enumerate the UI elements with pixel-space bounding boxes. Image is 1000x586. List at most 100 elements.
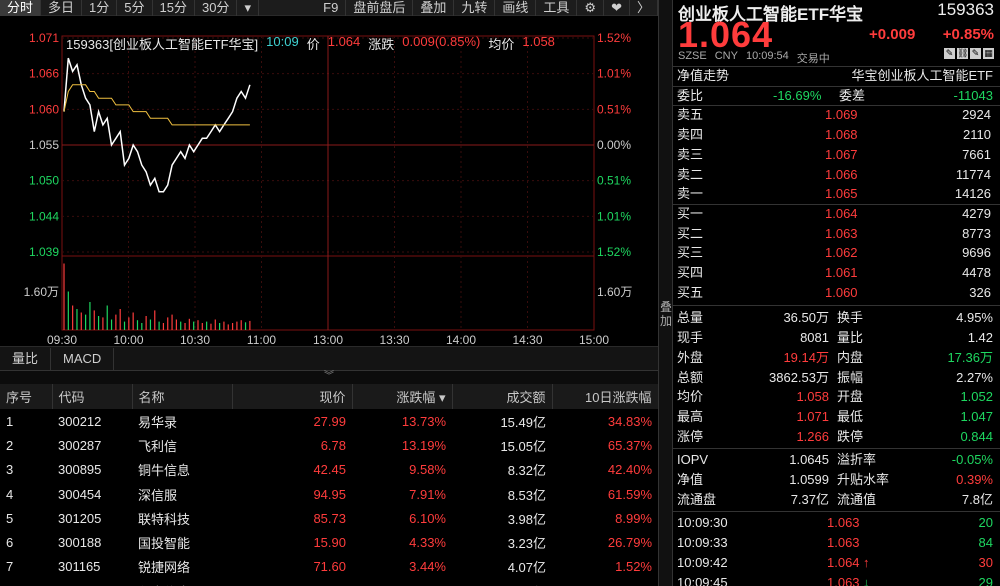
- bid-level: 买一 1.064 4279: [673, 204, 1000, 224]
- arrow-down-icon: ↓: [863, 574, 870, 586]
- stat-row: 净值 1.0599 升贴水率 0.39%: [673, 470, 1000, 490]
- tick-time: 10:09:45: [677, 574, 728, 586]
- cell-price: 15.90: [313, 535, 346, 551]
- col-change-pct[interactable]: 涨跌幅 ▾: [352, 384, 453, 409]
- quote-panel: 创业板人工智能ETF华宝 159363 1.064 +0.009 +0.85% …: [672, 0, 1000, 586]
- f9-button[interactable]: F9: [316, 0, 347, 16]
- tab-1min[interactable]: 1分: [82, 0, 118, 16]
- table-row[interactable]: 5 301205 联特科技 85.73 6.10% 3.98亿 8.99%: [0, 506, 658, 530]
- tab-multiday[interactable]: 多日: [41, 0, 83, 16]
- draw-line-button[interactable]: 画线: [495, 0, 537, 16]
- stat-label: 均价: [677, 389, 704, 405]
- tab-15min[interactable]: 15分: [153, 0, 195, 16]
- overlay-button[interactable]: 叠加: [413, 0, 455, 16]
- premarket-button[interactable]: 盘前盘后: [346, 0, 414, 16]
- cell-turnover: 3.23亿: [507, 536, 546, 552]
- collapse-handle[interactable]: ︾: [0, 370, 658, 384]
- chart-chg: 0.009(0.85%): [402, 34, 481, 49]
- grid-icon[interactable]: ▦: [983, 48, 994, 59]
- link-icon[interactable]: ⛓: [957, 48, 968, 59]
- ask-price: 1.069: [825, 107, 858, 123]
- cell-index: 7: [6, 559, 14, 575]
- col-price[interactable]: 现价: [232, 384, 353, 409]
- tab-volume-ratio[interactable]: 量比: [0, 347, 52, 370]
- col-turnover[interactable]: 成交额: [452, 384, 553, 409]
- col-name[interactable]: 名称: [132, 384, 233, 409]
- price-change-pct: +0.85%: [942, 26, 994, 43]
- stat-row: 最高 1.071 最低 1.047: [673, 407, 1000, 427]
- intraday-chart[interactable]: 1.071 1.52% 1.066 1.01% 1.060 0.51% 1.055 0.00%…: [0, 16, 658, 346]
- stat-label: IOPV: [677, 452, 709, 468]
- currency: CNY: [714, 50, 738, 62]
- cell-change-pct: 3.44%: [409, 559, 446, 575]
- period-dropdown[interactable]: ▾: [237, 0, 259, 16]
- table-row[interactable]: 4 300454 深信服 94.95 7.91% 8.53亿 61.59%: [0, 482, 658, 506]
- bid-label: 买三: [677, 245, 704, 261]
- arrow-up-icon: ↑: [863, 554, 870, 570]
- note-icon[interactable]: ✎: [970, 48, 981, 59]
- stat-value: 7.37亿: [790, 491, 829, 507]
- tab-5min[interactable]: 5分: [117, 0, 153, 16]
- nav-name: 华宝创业板人工智能ETF: [851, 68, 993, 83]
- stat-row: 流通盘 7.37亿 流通值 7.8亿: [673, 490, 1000, 510]
- stat-value: 1.047: [960, 408, 993, 424]
- cell-index: 8: [0, 579, 52, 586]
- wb-label: 委比: [677, 87, 704, 103]
- quote-meta: SZSE CNY 10:09:54 交易中: [678, 50, 830, 66]
- edit-icon[interactable]: ✎: [944, 48, 955, 59]
- chevron-down-icon[interactable]: ︾: [324, 371, 334, 382]
- tab-intraday[interactable]: 分时: [0, 0, 42, 16]
- col-code[interactable]: 代码: [52, 384, 133, 409]
- tick-volume: 30: [978, 554, 993, 570]
- price-change: +0.009: [869, 26, 916, 43]
- next-icon[interactable]: 〉: [630, 0, 658, 16]
- stat-value: 1.071: [796, 408, 829, 424]
- tab-macd[interactable]: MACD: [51, 347, 115, 370]
- bid-level: 买五 1.060 326: [673, 283, 1000, 303]
- side-overlay-label[interactable]: 叠加: [659, 300, 673, 328]
- ask-price: 1.065: [825, 186, 858, 202]
- bid-level: 买二 1.063 8773: [673, 224, 1000, 244]
- table-row[interactable]: 3 300895 铜牛信息 42.45 9.58% 8.32亿 42.40%: [0, 458, 658, 482]
- favorite-icon[interactable]: ❤: [604, 0, 630, 16]
- stat-label: 总量: [677, 310, 704, 326]
- tools-button[interactable]: 工具: [536, 0, 578, 16]
- table-header: 序号 代码 名称 现价 涨跌幅 ▾ 成交额 10日涨跌幅: [0, 384, 658, 409]
- table-row[interactable]: 1 300212 易华录 27.99 13.73% 15.49亿 34.83%: [0, 409, 658, 433]
- table-row[interactable]: 7 301165 锐捷网络 71.60 3.44% 4.07亿 1.52%: [0, 555, 658, 579]
- chart-code-name: 159363[创业板人工智能ETF华宝]: [66, 37, 259, 52]
- bid-price: 1.060: [825, 284, 858, 300]
- table-row[interactable]: 6 300188 国投智能 15.90 4.33% 3.23亿 26.79%: [0, 530, 658, 554]
- divider: [673, 448, 1000, 450]
- stat-value: 2.27%: [956, 369, 993, 385]
- cell-price: 71.60: [313, 559, 346, 575]
- quote-icons: ✎ ⛓ ✎ ▦: [944, 48, 994, 59]
- stat-value: 1.42: [967, 330, 993, 346]
- ask-label: 卖二: [677, 166, 704, 182]
- cell-change-pct: 13.73%: [401, 413, 446, 429]
- cell-index: 1: [6, 413, 14, 429]
- stat-label: 总额: [677, 369, 704, 385]
- cell-turnover: 15.05亿: [500, 438, 546, 454]
- chart-svg: 1.071 1.52% 1.066 1.01% 1.060 0.51% 1.055 0.00%…: [24, 31, 633, 346]
- y-left-tick: 1.060: [29, 102, 59, 116]
- cell-code: 300188: [58, 535, 102, 551]
- ask-volume: 11774: [955, 166, 991, 182]
- y-right-tick: 0.51%: [597, 174, 631, 188]
- cell-code: 300287: [58, 437, 102, 453]
- y-right-tick: 1.52%: [597, 245, 631, 259]
- x-tick: 15:00: [579, 333, 609, 346]
- tab-30min[interactable]: 30分: [195, 0, 238, 16]
- table-row[interactable]: 8300创意信息12.303.20%3.10亿24.10%: [0, 579, 658, 586]
- tick-row: 10:09:42 1.064 ↑ 30: [673, 553, 1000, 573]
- table-row[interactable]: 2 300287 飞利信 6.78 13.19% 15.05亿 65.37%: [0, 433, 658, 457]
- settings-icon[interactable]: ⚙: [577, 0, 605, 16]
- nine-turn-button[interactable]: 九转: [454, 0, 496, 16]
- stat-value: 7.8亿: [961, 491, 993, 507]
- col-10d-change[interactable]: 10日涨跌幅: [552, 384, 658, 409]
- tick-volume: 29: [978, 574, 993, 586]
- col-index[interactable]: 序号: [0, 384, 53, 409]
- ask-label: 卖一: [677, 186, 704, 202]
- chart-avg: 1.058: [522, 34, 555, 49]
- side-overlay-tab[interactable]: 叠加: [658, 0, 672, 586]
